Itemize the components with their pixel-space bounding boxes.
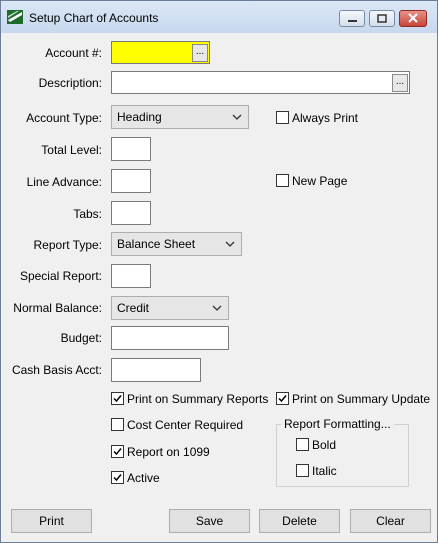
minimize-button[interactable] [339,10,365,27]
cost-center-required-label: Cost Center Required [127,418,244,432]
line-advance-input[interactable] [111,169,151,193]
checkmark-icon [113,448,122,456]
bold-label: Bold [312,438,337,452]
print-summary-reports-label: Print on Summary Reports [127,392,269,406]
line-advance-label: Line Advance: [26,175,102,189]
special-report-input[interactable] [111,264,151,288]
window-title: Setup Chart of Accounts [29,11,159,25]
account-number-label: Account #: [45,46,102,60]
report-1099-label: Report on 1099 [127,445,210,459]
cash-basis-acct-label: Cash Basis Acct: [11,363,102,377]
close-button[interactable] [399,10,427,27]
close-icon [408,13,418,23]
italic-label: Italic [312,464,337,478]
total-level-input[interactable] [111,137,151,161]
chevron-down-icon [225,241,235,247]
account-lookup-button[interactable]: ... [192,44,208,62]
tabs-input[interactable] [111,201,151,225]
account-type-value: Heading [117,110,162,124]
print-button[interactable]: Print [11,509,92,533]
account-type-label: Account Type: [26,111,102,125]
description-lookup-button[interactable]: ... [392,74,408,92]
report-formatting-title: Report Formatting... [281,417,394,431]
normal-balance-select[interactable]: Credit [111,296,229,320]
new-page-label: New Page [292,174,348,188]
report-formatting-group [276,424,409,487]
print-summary-update-checkbox[interactable] [276,392,289,405]
report-1099-checkbox[interactable] [111,445,124,458]
report-type-select[interactable]: Balance Sheet [111,232,242,256]
always-print-label: Always Print [292,111,359,125]
minimize-icon [348,20,357,22]
checkmark-icon [278,395,287,403]
print-summary-reports-checkbox[interactable] [111,392,124,405]
title-bar[interactable]: Setup Chart of Accounts [1,1,437,33]
budget-input[interactable] [111,326,229,350]
active-checkbox[interactable] [111,471,124,484]
normal-balance-value: Credit [117,301,150,315]
always-print-checkbox[interactable] [276,111,289,124]
checkmark-icon [113,474,122,482]
description-label: Description: [38,76,102,90]
maximize-icon [377,14,387,23]
italic-checkbox[interactable] [296,464,309,477]
report-type-value: Balance Sheet [117,237,196,251]
tabs-label: Tabs: [73,207,102,221]
budget-label: Budget: [60,331,102,345]
save-button[interactable]: Save [169,509,250,533]
bold-checkbox[interactable] [296,438,309,451]
special-report-label: Special Report: [19,269,102,283]
chevron-down-icon [212,305,222,311]
cash-basis-acct-input[interactable] [111,358,201,382]
description-input[interactable] [111,71,410,94]
setup-chart-of-accounts-window: Setup Chart of Accounts Account #: ... D… [0,0,438,543]
print-summary-update-label: Print on Summary Update [292,392,431,406]
new-page-checkbox[interactable] [276,174,289,187]
clear-button[interactable]: Clear [350,509,431,533]
total-level-label: Total Level: [41,143,102,157]
account-type-select[interactable]: Heading [111,105,249,129]
checkmark-icon [113,395,122,403]
chevron-down-icon [232,114,242,120]
delete-button[interactable]: Delete [259,509,340,533]
cost-center-required-checkbox[interactable] [111,418,124,431]
report-type-label: Report Type: [33,238,102,252]
maximize-button[interactable] [369,10,395,27]
active-label: Active [127,471,160,485]
app-logo-icon [7,10,23,24]
normal-balance-label: Normal Balance: [13,301,102,315]
